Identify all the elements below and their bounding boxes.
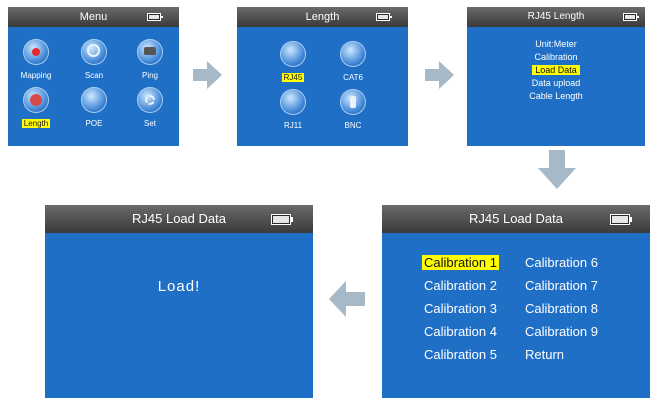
length-item-cat6[interactable]: CAT6 [329,41,377,85]
load-message: Load! [157,278,201,295]
length-item-label: RJ45 [281,73,305,82]
menu-item-length[interactable]: Length [12,87,60,131]
menu-item-ping[interactable]: Ping [126,39,174,83]
menu-item-calibration[interactable]: Calibration [467,52,645,62]
load-result-screen: RJ45 Load Data Load! [45,205,313,398]
menu-item-label: Length [21,119,51,128]
load-result-title: RJ45 Load Data [132,211,226,226]
mapping-icon [23,39,49,65]
menu-title: Menu [79,11,108,23]
menu-item-set[interactable]: Set [126,87,174,131]
length-screen: Length RJ45 CAT6 RJ11 BNC [237,7,408,146]
menu-item-load-data[interactable]: Load Data [467,65,645,75]
calibration-8[interactable]: Calibration 8 [525,301,598,316]
load-data-screen: RJ45 Load Data Calibration 1 Calibration… [382,205,650,398]
battery-icon [623,13,639,21]
calibration-3[interactable]: Calibration 3 [424,301,497,316]
menu-item-mapping[interactable]: Mapping [12,39,60,83]
load-data-title: RJ45 Load Data [469,211,563,226]
battery-icon [376,13,392,21]
length-item-label: CAT6 [343,73,363,82]
rj11-icon [280,89,306,115]
length-item-bnc[interactable]: BNC [329,89,377,133]
calibration-7[interactable]: Calibration 7 [525,278,598,293]
rj45-length-title: RJ45 Length [527,11,585,22]
arrow-right-icon [425,61,454,89]
calibration-2[interactable]: Calibration 2 [424,278,497,293]
arrow-right-icon [193,61,222,89]
bnc-icon [340,89,366,115]
cat6-icon [340,41,366,67]
battery-icon [610,214,632,225]
calibration-9[interactable]: Calibration 9 [525,324,598,339]
menu-screen: Menu Mapping Scan Ping Length POE Set [8,7,179,146]
length-item-rj45[interactable]: RJ45 [269,41,317,85]
length-titlebar: Length [237,7,408,27]
battery-icon [271,214,293,225]
calibration-5[interactable]: Calibration 5 [424,347,497,362]
menu-item-cable-length[interactable]: Cable Length [467,91,645,101]
set-icon [137,87,163,113]
rj45-length-screen: RJ45 Length Unit:Meter Calibration Load … [467,7,645,146]
calibration-6[interactable]: Calibration 6 [525,255,598,270]
menu-item-label: POE [85,119,103,128]
length-icon [23,87,49,113]
menu-item-label: Mapping [20,71,52,80]
calibration-1[interactable]: Calibration 1 [422,255,499,270]
calibration-4[interactable]: Calibration 4 [424,324,497,339]
length-title: Length [305,11,340,23]
return-item[interactable]: Return [525,347,564,362]
poe-icon [81,87,107,113]
scan-icon [81,39,107,65]
battery-icon [147,13,163,21]
menu-item-label: Set [143,119,156,128]
length-item-label: RJ11 [283,121,303,130]
arrow-down-icon [538,150,576,189]
menu-item-scan[interactable]: Scan [70,39,118,83]
menu-item-data-upload[interactable]: Data upload [467,78,645,88]
load-result-titlebar: RJ45 Load Data [45,205,313,233]
length-item-rj11[interactable]: RJ11 [269,89,317,133]
menu-item-poe[interactable]: POE [70,87,118,131]
ping-icon [137,39,163,65]
menu-item-unit[interactable]: Unit:Meter [467,39,645,49]
load-data-titlebar: RJ45 Load Data [382,205,650,233]
rj45-length-titlebar: RJ45 Length [467,7,645,27]
length-item-label: BNC [344,121,362,130]
menu-item-label: Scan [84,71,104,80]
arrow-left-icon [329,281,365,317]
menu-titlebar: Menu [8,7,179,27]
rj45-icon [280,41,306,67]
menu-item-label: Ping [141,71,158,80]
